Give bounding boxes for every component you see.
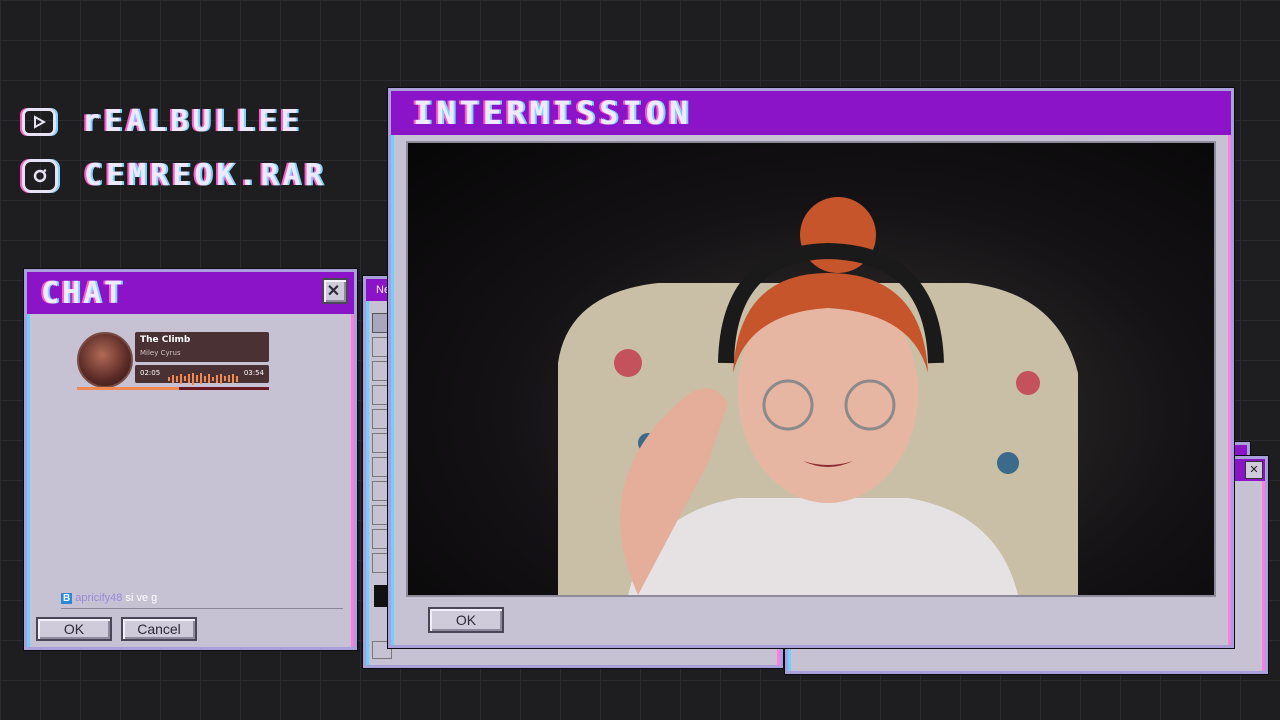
playback-panel: 02:05 03:54 [135, 365, 269, 385]
song-artist: Miley Cyrus [140, 349, 181, 357]
waveform-bar [188, 374, 190, 383]
chat-text: si ve g [125, 592, 158, 604]
waveform-bar [176, 375, 178, 382]
chat-window: CHAT ✕ The Climb Miley Cyrus 02:05 03:54… [24, 269, 357, 650]
song-info-panel: The Climb Miley Cyrus [135, 332, 269, 362]
intermission-title: INTERMISSION [391, 91, 1231, 135]
intermission-ok-button[interactable]: OK [428, 607, 504, 633]
chat-badge: B [61, 593, 73, 604]
color-swatch-icon[interactable] [374, 585, 388, 607]
waveform-bar [224, 376, 226, 381]
chat-cancel-button[interactable]: Cancel [121, 617, 197, 641]
audio-waveform [167, 368, 239, 385]
chat-message: B apricify48 si ve g [61, 592, 157, 604]
webcam-figure [558, 197, 1078, 595]
waveform-bar [228, 375, 230, 382]
youtube-handle: rEALBULLEE [82, 104, 303, 139]
chat-title-bar: CHAT ✕ [27, 272, 354, 314]
waveform-bar [208, 374, 210, 383]
chat-divider [61, 608, 343, 609]
instagram-icon [22, 158, 58, 193]
now-playing-widget: The Climb Miley Cyrus 02:05 03:54 [77, 330, 273, 394]
elapsed-time: 02:05 [140, 369, 161, 377]
waveform-bar [192, 372, 194, 385]
close-icon[interactable]: ✕ [1245, 461, 1263, 479]
waveform-bar [180, 373, 182, 384]
close-icon[interactable]: ✕ [322, 278, 348, 304]
chat-username: apricify48 [75, 592, 123, 604]
waveform-bar [204, 375, 206, 382]
chat-title: CHAT [41, 275, 126, 311]
chat-ok-button[interactable]: OK [36, 617, 112, 641]
waveform-bar [196, 375, 198, 382]
song-progress-track [77, 387, 269, 390]
youtube-icon [22, 107, 56, 136]
intermission-window: INTERMISSION OK [388, 88, 1234, 648]
waveform-bar [172, 374, 174, 383]
waveform-bar [212, 376, 214, 381]
album-art-icon [77, 332, 133, 388]
waveform-bar [168, 376, 170, 381]
instagram-handle: CEMREOK.RAR [84, 158, 327, 193]
waveform-bar [236, 375, 238, 382]
waveform-bar [200, 373, 202, 384]
waveform-bar [220, 373, 222, 384]
waveform-bar [232, 374, 234, 383]
total-duration: 03:54 [243, 369, 264, 377]
song-title: The Climb [140, 335, 191, 345]
social-youtube: rEALBULLEE [22, 104, 303, 139]
waveform-bar [216, 374, 218, 383]
webcam-feed [406, 141, 1216, 597]
song-progress-fill [77, 387, 179, 390]
waveform-bar [184, 376, 186, 381]
social-instagram: CEMREOK.RAR [22, 158, 327, 193]
